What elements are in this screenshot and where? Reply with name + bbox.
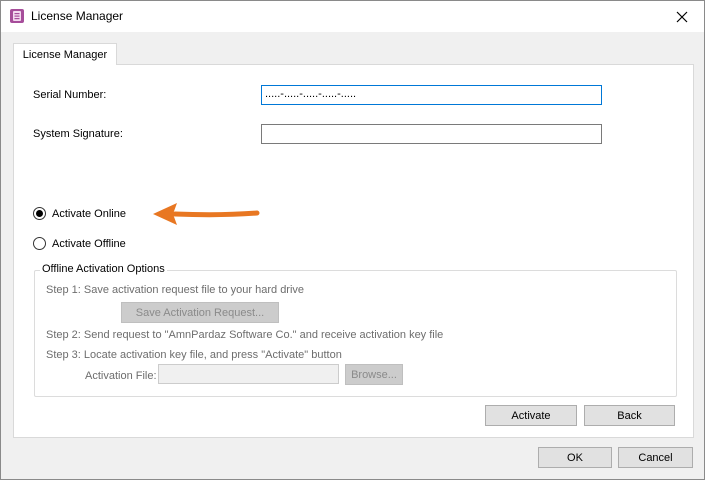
system-signature-label: System Signature: bbox=[33, 128, 123, 140]
serial-number-label: Serial Number: bbox=[33, 89, 107, 101]
cancel-button[interactable]: Cancel bbox=[618, 447, 693, 468]
activate-button[interactable]: Activate bbox=[485, 405, 577, 426]
license-manager-app-icon bbox=[10, 9, 24, 23]
step1-text: Step 1: Save activation request file to … bbox=[46, 284, 305, 296]
system-signature-field[interactable] bbox=[261, 124, 602, 144]
close-icon bbox=[676, 11, 688, 22]
title-bar: License Manager bbox=[1, 1, 704, 32]
activate-offline-radio[interactable] bbox=[33, 237, 46, 250]
ok-button[interactable]: OK bbox=[538, 447, 612, 468]
activation-file-label: Activation File: bbox=[85, 370, 157, 382]
back-button[interactable]: Back bbox=[584, 405, 675, 426]
serial-number-field[interactable]: .....-.....-.....-.....-..... bbox=[261, 85, 602, 105]
activate-online-option[interactable]: Activate Online bbox=[33, 207, 126, 220]
tab-license-manager[interactable]: License Manager bbox=[13, 43, 117, 65]
tab-panel: Serial Number: .....-.....-.....-.....-.… bbox=[13, 64, 694, 438]
close-button[interactable] bbox=[660, 1, 704, 32]
activate-offline-label: Activate Offline bbox=[52, 237, 126, 250]
activation-file-field[interactable] bbox=[158, 364, 339, 384]
window-title: License Manager bbox=[31, 9, 124, 23]
save-activation-request-button[interactable]: Save Activation Request... bbox=[121, 302, 279, 323]
activate-online-radio[interactable] bbox=[33, 207, 46, 220]
browse-button[interactable]: Browse... bbox=[345, 364, 403, 385]
step2-text: Step 2: Send request to "AmnPardaz Softw… bbox=[46, 329, 444, 341]
license-manager-window: License Manager License Manager Serial N… bbox=[0, 0, 705, 480]
activate-offline-option[interactable]: Activate Offline bbox=[33, 237, 126, 250]
annotation-arrow-icon bbox=[153, 203, 260, 225]
activate-online-label: Activate Online bbox=[52, 207, 126, 220]
offline-activation-legend: Offline Activation Options bbox=[40, 263, 167, 275]
step3-text: Step 3: Locate activation key file, and … bbox=[46, 349, 342, 361]
